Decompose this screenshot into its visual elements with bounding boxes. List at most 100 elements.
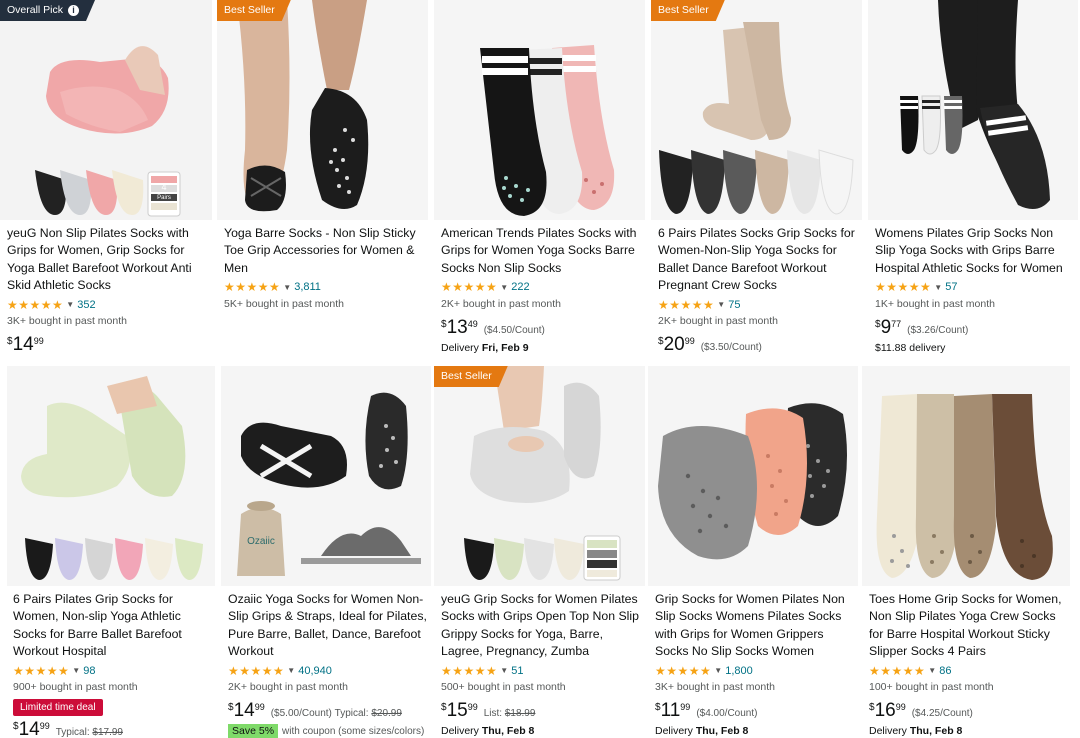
info-icon[interactable]: i xyxy=(68,5,79,16)
product-card[interactable]: Ozaiic Ozaiic Yoga Socks for Women Non-S… xyxy=(221,366,431,738)
chevron-down-icon[interactable]: ▼ xyxy=(500,283,508,292)
product-image[interactable] xyxy=(434,0,645,220)
chevron-down-icon[interactable]: ▼ xyxy=(287,666,295,675)
rating-row[interactable]: ★★★★★ ▼ 3,811 xyxy=(224,279,427,296)
rating-row[interactable]: ★★★★★ ▼ 75 xyxy=(658,296,861,313)
chevron-down-icon[interactable]: ▼ xyxy=(717,300,725,309)
price-whole: 16 xyxy=(874,700,896,722)
save-coupon-badge[interactable]: Save 5% xyxy=(228,724,279,738)
star-rating-icon[interactable]: ★★★★★ xyxy=(7,298,63,312)
star-rating-icon[interactable]: ★★★★★ xyxy=(655,664,711,678)
product-title[interactable]: yeuG Non Slip Pilates Socks with Grips f… xyxy=(7,225,211,294)
product-title[interactable]: Womens Pilates Grip Socks Non Slip Yoga … xyxy=(875,225,1076,277)
product-title[interactable]: yeuG Grip Socks for Women Pilates Socks … xyxy=(441,591,644,660)
price-whole: 14 xyxy=(18,719,40,738)
rating-count[interactable]: 1,800 xyxy=(725,665,753,677)
star-rating-icon[interactable]: ★★★★★ xyxy=(869,664,925,678)
product-image[interactable] xyxy=(862,366,1070,586)
chevron-down-icon[interactable]: ▼ xyxy=(714,666,722,675)
product-title[interactable]: Ozaiic Yoga Socks for Women Non-Slip Gri… xyxy=(228,591,427,660)
price[interactable]: $15 99 List: $18.99 xyxy=(441,700,644,721)
star-rating-icon[interactable]: ★★★★★ xyxy=(13,664,69,678)
product-title[interactable]: Grip Socks for Women Pilates Non Slip So… xyxy=(655,591,854,660)
price-fraction: 99 xyxy=(254,702,265,713)
best-seller-badge: Best Seller xyxy=(217,0,291,21)
chevron-down-icon[interactable]: ▼ xyxy=(283,283,291,292)
pairs-text: Pairs xyxy=(157,195,171,201)
price-fraction: 99 xyxy=(467,702,478,713)
product-card[interactable]: 6 Pairs Pilates Grip Socks for Women, No… xyxy=(7,366,215,738)
product-card[interactable]: Grip Socks for Women Pilates Non Slip So… xyxy=(648,366,858,738)
chevron-down-icon[interactable]: ▼ xyxy=(928,666,936,675)
rating-count[interactable]: 222 xyxy=(511,281,529,293)
star-rating-icon[interactable]: ★★★★★ xyxy=(224,280,280,294)
rating-row[interactable]: ★★★★★ ▼ 40,940 xyxy=(228,662,427,679)
rating-row[interactable]: ★★★★★ ▼ 352 xyxy=(7,296,211,313)
bought-in-past-month: 3K+ bought in past month xyxy=(7,315,127,328)
price-whole: 13 xyxy=(446,316,468,338)
rating-count[interactable]: 57 xyxy=(945,281,957,293)
rating-count[interactable]: 98 xyxy=(83,665,95,677)
price[interactable]: $20 99 ($3.50/Count) xyxy=(658,334,861,355)
rating-count[interactable]: 51 xyxy=(511,665,523,677)
price[interactable]: $14 99 xyxy=(7,334,211,355)
rating-count[interactable]: 352 xyxy=(77,299,95,311)
rating-row[interactable]: ★★★★★ ▼ 57 xyxy=(875,279,1076,296)
best-seller-badge: Best Seller xyxy=(434,366,508,387)
star-rating-icon[interactable]: ★★★★★ xyxy=(875,280,931,294)
price[interactable]: $14 99 Typical: $17.99 xyxy=(13,719,211,738)
rating-count[interactable]: 40,940 xyxy=(298,665,332,677)
price[interactable]: $13 49 ($4.50/Count) xyxy=(441,317,644,338)
chevron-down-icon[interactable]: ▼ xyxy=(500,666,508,675)
product-title[interactable]: 6 Pairs Pilates Socks Grip Socks for Wom… xyxy=(658,225,861,294)
product-title[interactable]: Toes Home Grip Socks for Women, Non Slip… xyxy=(869,591,1070,660)
price[interactable]: $14 99 ($5.00/Count) Typical: $20.99 xyxy=(228,700,427,721)
limited-time-deal-badge: Limited time deal xyxy=(13,699,103,717)
product-title[interactable]: 6 Pairs Pilates Grip Socks for Women, No… xyxy=(13,591,211,660)
star-rating-icon[interactable]: ★★★★★ xyxy=(228,664,284,678)
rating-count[interactable]: 86 xyxy=(939,665,951,677)
star-rating-icon[interactable]: ★★★★★ xyxy=(658,298,714,312)
chevron-down-icon[interactable]: ▼ xyxy=(66,300,74,309)
price[interactable]: $9 77 ($3.26/Count) xyxy=(875,317,1076,338)
coupon-text: with coupon (some sizes/colors) xyxy=(282,725,425,737)
product-card[interactable]: 4 Pairs Overall Pick i yeuG Non Slip Pila… xyxy=(0,0,215,362)
badge-label: Overall Pick xyxy=(7,4,64,16)
product-image[interactable]: Best Seller xyxy=(434,366,645,586)
rating-count[interactable]: 75 xyxy=(728,299,740,311)
bought-in-past-month: 3K+ bought in past month xyxy=(655,681,775,694)
bought-in-past-month: 1K+ bought in past month xyxy=(875,297,995,310)
bought-in-past-month: 500+ bought in past month xyxy=(441,681,566,694)
rating-row[interactable]: ★★★★★ ▼ 51 xyxy=(441,662,644,679)
product-image[interactable]: Best Seller xyxy=(217,0,428,220)
product-card[interactable]: Womens Pilates Grip Socks Non Slip Yoga … xyxy=(868,0,1080,362)
coupon-row[interactable]: Save 5% with coupon (some sizes/colors) xyxy=(228,724,424,738)
star-rating-icon[interactable]: ★★★★★ xyxy=(441,280,497,294)
product-title[interactable]: American Trends Pilates Socks with Grips… xyxy=(441,225,644,277)
product-image[interactable]: Best Seller xyxy=(651,0,862,220)
product-card[interactable]: Toes Home Grip Socks for Women, Non Slip… xyxy=(862,366,1074,738)
product-title[interactable]: Yoga Barre Socks - Non Slip Sticky Toe G… xyxy=(224,225,427,277)
product-image[interactable]: Ozaiic xyxy=(221,366,431,586)
chevron-down-icon[interactable]: ▼ xyxy=(72,666,80,675)
rating-row[interactable]: ★★★★★ ▼ 222 xyxy=(441,279,644,296)
rating-row[interactable]: ★★★★★ ▼ 1,800 xyxy=(655,662,854,679)
rating-row[interactable]: ★★★★★ ▼ 86 xyxy=(869,662,1070,679)
product-image[interactable] xyxy=(868,0,1078,220)
typical-label: Typical: xyxy=(334,708,369,720)
product-image[interactable] xyxy=(7,366,215,586)
price[interactable]: $11 99 ($4.00/Count) xyxy=(655,700,854,721)
product-card[interactable]: Best Seller yeuG Grip Socks for Women Pi… xyxy=(434,366,648,738)
star-rating-icon[interactable]: ★★★★★ xyxy=(441,664,497,678)
product-card[interactable]: Best Seller Yoga Barre Socks - Non Slip … xyxy=(217,0,431,362)
product-image[interactable]: 4 Pairs Overall Pick i xyxy=(0,0,212,220)
rating-count[interactable]: 3,811 xyxy=(294,281,321,293)
chevron-down-icon[interactable]: ▼ xyxy=(934,283,942,292)
product-card[interactable]: Best Seller 6 Pairs Pilates Socks Grip S… xyxy=(651,0,865,362)
product-card[interactable]: American Trends Pilates Socks with Grips… xyxy=(434,0,648,362)
delivery-date: Thu, Feb 8 xyxy=(909,725,963,738)
rating-row[interactable]: ★★★★★ ▼ 98 xyxy=(13,662,211,679)
product-image[interactable] xyxy=(648,366,858,586)
overall-pick-badge: Overall Pick i xyxy=(0,0,95,21)
price[interactable]: $16 99 ($4.25/Count) xyxy=(869,700,1070,721)
